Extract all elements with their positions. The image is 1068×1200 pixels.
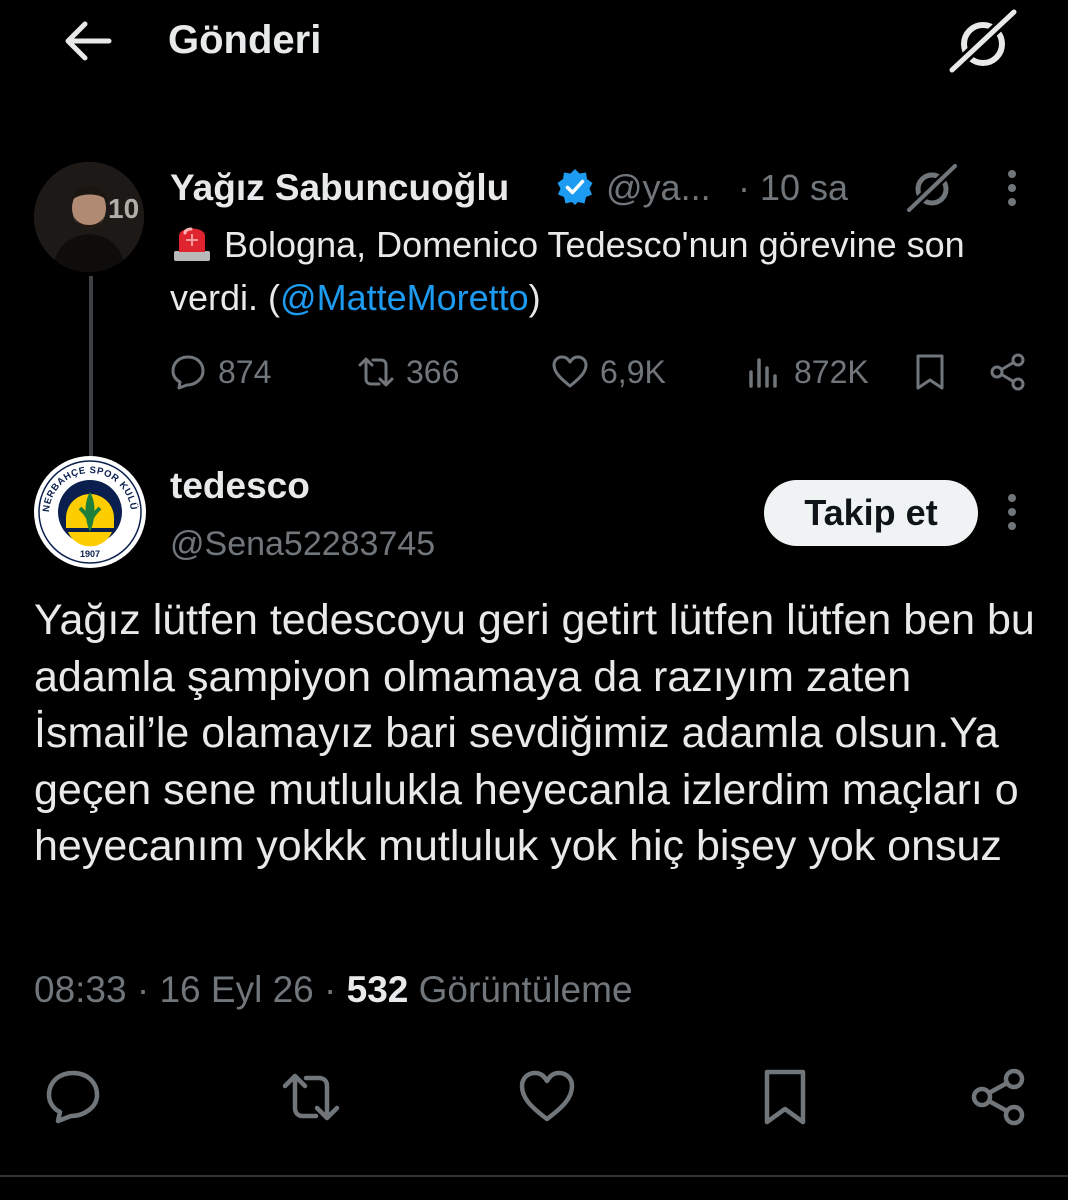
grok-icon bbox=[948, 8, 1018, 74]
verified-badge-icon bbox=[557, 169, 593, 205]
heart-icon bbox=[519, 1070, 575, 1122]
author-name[interactable]: Yağız Sabuncuoğlu bbox=[170, 166, 509, 210]
more-vertical-icon bbox=[1008, 494, 1016, 530]
bookmark-icon bbox=[764, 1069, 806, 1125]
repost-button[interactable] bbox=[276, 1062, 346, 1132]
repost-icon bbox=[358, 357, 394, 387]
more-options-button[interactable] bbox=[994, 490, 1030, 534]
reply-count: 874 bbox=[218, 353, 272, 390]
page-title: Gönderi bbox=[168, 18, 322, 62]
author-handle[interactable]: @Sena52283745 bbox=[170, 522, 435, 566]
author-handle[interactable]: @ya... bbox=[606, 166, 711, 210]
share-icon bbox=[990, 353, 1025, 391]
post-action-bar bbox=[0, 1062, 1068, 1132]
post-body-end: ) bbox=[528, 277, 541, 318]
repost-icon bbox=[282, 1073, 340, 1121]
back-arrow-icon bbox=[65, 21, 112, 61]
top-bar: Gönderi bbox=[0, 0, 1068, 84]
views-label: Görüntüleme bbox=[408, 969, 633, 1010]
profile-photo-icon: 10 bbox=[34, 162, 144, 272]
reply-icon bbox=[46, 1070, 100, 1124]
grok-button[interactable] bbox=[946, 8, 1020, 74]
bookmark-button[interactable] bbox=[910, 346, 950, 398]
post-timestamp[interactable]: 08:33 · 16 Eyl 26 · bbox=[34, 969, 347, 1010]
more-vertical-icon bbox=[1008, 170, 1016, 206]
avatar[interactable]: 10 bbox=[34, 162, 144, 272]
like-count: 6,9K bbox=[600, 353, 666, 390]
repost-count: 366 bbox=[406, 353, 460, 390]
reply-icon bbox=[171, 355, 205, 390]
post-time[interactable]: · 10 sa bbox=[738, 166, 848, 210]
post-text: Bologna, Domenico Tedesco'nun görevine s… bbox=[170, 218, 1040, 324]
like-button[interactable]: 6,9K bbox=[550, 346, 666, 398]
views-chart-icon bbox=[749, 358, 777, 388]
post-text: Yağız lütfen tedescoyu geri getirt lütfe… bbox=[34, 596, 1035, 870]
back-button[interactable] bbox=[58, 16, 118, 66]
reply-button[interactable]: 874 bbox=[168, 346, 271, 398]
share-button[interactable] bbox=[964, 1062, 1034, 1132]
like-button[interactable] bbox=[512, 1062, 582, 1132]
views-button[interactable]: 872K bbox=[744, 346, 869, 398]
thread-connector bbox=[89, 276, 93, 456]
share-button[interactable] bbox=[988, 346, 1028, 398]
post-meta: 08:33 · 16 Eyl 26 · 532 Görüntüleme bbox=[34, 962, 633, 1018]
svg-text:10: 10 bbox=[108, 193, 139, 224]
author-name[interactable]: tedesco bbox=[170, 464, 310, 508]
follow-button[interactable]: Takip et bbox=[764, 480, 978, 546]
reply-button[interactable] bbox=[38, 1062, 108, 1132]
fenerbahce-logo-icon: FENERBAHÇE SPOR KULÜBÜ 1907 bbox=[34, 456, 143, 565]
views-count: 532 bbox=[346, 969, 409, 1010]
divider bbox=[0, 1175, 1068, 1177]
repost-button[interactable]: 366 bbox=[356, 346, 459, 398]
avatar[interactable]: FENERBAHÇE SPOR KULÜBÜ 1907 bbox=[34, 456, 146, 568]
bookmark-button[interactable] bbox=[750, 1062, 820, 1132]
heart-icon bbox=[552, 355, 588, 388]
share-icon bbox=[971, 1068, 1025, 1126]
mention-link[interactable]: @MatteMoretto bbox=[280, 277, 529, 318]
logo-year: 1907 bbox=[80, 549, 100, 559]
views-count: 872K bbox=[794, 353, 869, 390]
grok-post-button[interactable] bbox=[904, 160, 960, 216]
bookmark-icon bbox=[916, 354, 944, 390]
more-options-button[interactable] bbox=[994, 166, 1030, 210]
grok-icon bbox=[905, 162, 959, 214]
siren-emoji-icon bbox=[174, 227, 210, 261]
